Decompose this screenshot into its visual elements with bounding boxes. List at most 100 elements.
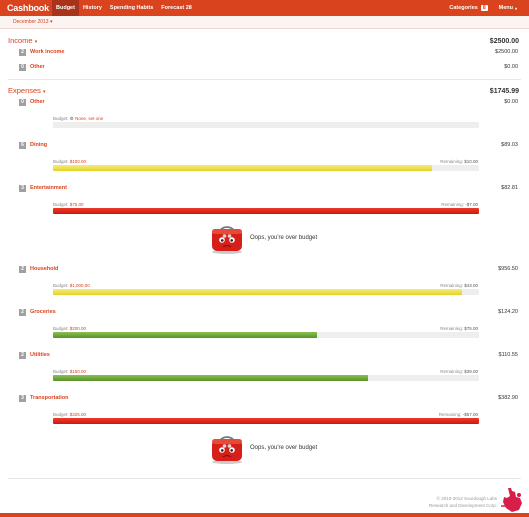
chevron-down-icon: ▾ xyxy=(514,5,517,11)
progress-fill xyxy=(53,418,479,424)
remaining-value: -$57.00 xyxy=(462,412,478,417)
budget-value[interactable]: $100.00 xyxy=(70,159,86,164)
expense-row[interactable]: 3 Entertainment $82.81 xyxy=(0,185,529,195)
chevron-down-icon: ▾ xyxy=(43,89,46,95)
expense-row[interactable]: 2 Household $956.50 xyxy=(0,266,529,276)
budget-info: Budget: $200.00 xyxy=(53,326,86,331)
budget-value[interactable]: $1,000.00 xyxy=(70,283,90,288)
budget-progress-bar xyxy=(53,418,479,424)
remaining-info: Remaining: $39.00 xyxy=(440,369,478,374)
category-name[interactable]: Household xyxy=(30,266,58,273)
expenses-section-toggle[interactable]: Expenses ▾ xyxy=(8,86,46,95)
period-selector[interactable]: December 2013 ▾ xyxy=(13,19,52,25)
expense-row[interactable]: 2 Groceries $124.20 xyxy=(0,309,529,319)
nav-history[interactable]: History xyxy=(79,0,106,16)
count-badge: 6 xyxy=(19,142,26,149)
set-budget-link[interactable]: None, set one xyxy=(75,116,103,121)
budget-label: Budget: xyxy=(53,283,69,288)
category-name[interactable]: Utilities xyxy=(30,352,50,359)
progress-fill xyxy=(53,375,369,381)
budget-progress-bar xyxy=(53,375,479,381)
budget-label: Budget: xyxy=(53,159,69,164)
remaining-label: Remaining: xyxy=(440,369,463,374)
period-label: December 2013 xyxy=(13,19,49,25)
count-badge: 0 xyxy=(19,64,26,71)
budget-value[interactable]: $325.00 xyxy=(70,412,86,417)
remaining-label: Remaining: xyxy=(438,412,462,417)
category-amount: $382.90 xyxy=(498,395,518,401)
count-badge: 0 xyxy=(19,99,26,106)
menu-button[interactable]: Menu ▾ xyxy=(499,5,517,11)
main-nav: Budget History Spending Habits Forecast … xyxy=(52,0,196,16)
income-row[interactable]: 0 Other $0.00 xyxy=(0,64,529,74)
remaining-info: Remaining: -$7.00 xyxy=(441,202,478,207)
category-name[interactable]: Entertainment xyxy=(30,185,67,192)
budget-value[interactable]: $150.00 xyxy=(70,369,86,374)
budget-label: Budget: xyxy=(53,116,69,121)
count-badge: 3 xyxy=(19,185,26,192)
nav-right: Categories 8 Menu ▾ xyxy=(438,0,517,16)
categories-count-badge: 8 xyxy=(480,5,488,11)
chevron-down-icon: ▾ xyxy=(34,39,38,45)
remaining-label: Remaining: xyxy=(440,159,463,164)
progress-fill xyxy=(53,332,318,338)
budget-info: Budget: $325.00 xyxy=(53,412,86,417)
progress-fill xyxy=(53,289,462,295)
remaining-info: Remaining: $43.00 xyxy=(440,283,478,288)
budget-value[interactable]: $200.00 xyxy=(70,326,86,331)
nav-spending-habits[interactable]: Spending Habits xyxy=(106,0,157,16)
category-amount: $0.00 xyxy=(504,99,518,105)
settings-icon[interactable]: ⚙ xyxy=(70,116,74,121)
app-title[interactable]: Cashbook xyxy=(7,3,52,13)
expense-row[interactable]: 2 Utilities $110.55 xyxy=(0,352,529,362)
remaining-value: $43.00 xyxy=(464,283,478,288)
budget-label: Budget: xyxy=(53,202,69,207)
count-badge: 2 xyxy=(19,49,26,56)
category-name[interactable]: Groceries xyxy=(30,309,56,316)
remaining-value: $39.00 xyxy=(464,369,478,374)
count-badge: 2 xyxy=(19,352,26,359)
categories-button[interactable]: Categories 8 xyxy=(449,5,488,11)
category-amount: $124.20 xyxy=(498,309,518,315)
progress-fill xyxy=(53,165,433,171)
top-navbar: Cashbook Budget History Spending Habits … xyxy=(0,0,529,16)
nav-budget[interactable]: Budget xyxy=(52,0,79,16)
over-budget-notice: Oops, you're over budget xyxy=(209,224,349,254)
expense-row[interactable]: 6 Dining $89.03 xyxy=(0,142,529,152)
category-name[interactable]: Dining xyxy=(30,142,47,149)
category-name[interactable]: Other xyxy=(30,64,45,71)
copyright-line: Research and Development Corp. xyxy=(428,503,497,508)
remaining-info: Remaining: $75.00 xyxy=(440,326,478,331)
remaining-value: -$7.00 xyxy=(465,202,478,207)
category-amount: $2500.00 xyxy=(495,49,518,55)
remaining-label: Remaining: xyxy=(441,202,464,207)
copyright: © 2010-2012 Sourdough Labs Research and … xyxy=(429,495,497,509)
expense-row[interactable]: 3 Transportation $382.90 xyxy=(0,395,529,405)
category-name[interactable]: Other xyxy=(30,99,45,106)
income-total: $2500.00 xyxy=(489,38,519,45)
category-name[interactable]: Work income xyxy=(30,49,64,56)
budget-progress-bar xyxy=(53,289,479,295)
over-budget-notice: Oops, you're over budget xyxy=(209,434,349,464)
remaining-info: Remaining: $10.00 xyxy=(440,159,478,164)
period-bar: December 2013 ▾ xyxy=(0,16,529,29)
category-name[interactable]: Transportation xyxy=(30,395,69,402)
category-amount: $110.55 xyxy=(498,352,518,358)
budget-label: Budget: xyxy=(53,326,69,331)
expense-row[interactable]: 0 Other $0.00 xyxy=(0,99,529,109)
budget-progress-bar xyxy=(53,122,479,128)
remaining-value: $75.00 xyxy=(464,326,478,331)
nav-forecast[interactable]: Forecast 28 xyxy=(157,0,196,16)
category-amount: $0.00 xyxy=(504,64,518,70)
remaining-info: Remaining: -$57.00 xyxy=(439,412,478,417)
budget-progress-bar xyxy=(53,165,479,171)
budget-info: Budget: $100.00 xyxy=(53,159,86,164)
expenses-total: $1745.99 xyxy=(489,88,519,95)
income-section-toggle[interactable]: Income ▾ xyxy=(8,36,37,45)
sad-purse-icon xyxy=(212,226,242,254)
count-badge: 2 xyxy=(19,266,26,273)
income-row[interactable]: 2 Work income $2500.00 xyxy=(0,49,529,59)
budget-value[interactable]: $75.00 xyxy=(70,202,84,207)
remaining-label: Remaining: xyxy=(440,283,463,288)
sad-purse-icon xyxy=(212,436,242,464)
